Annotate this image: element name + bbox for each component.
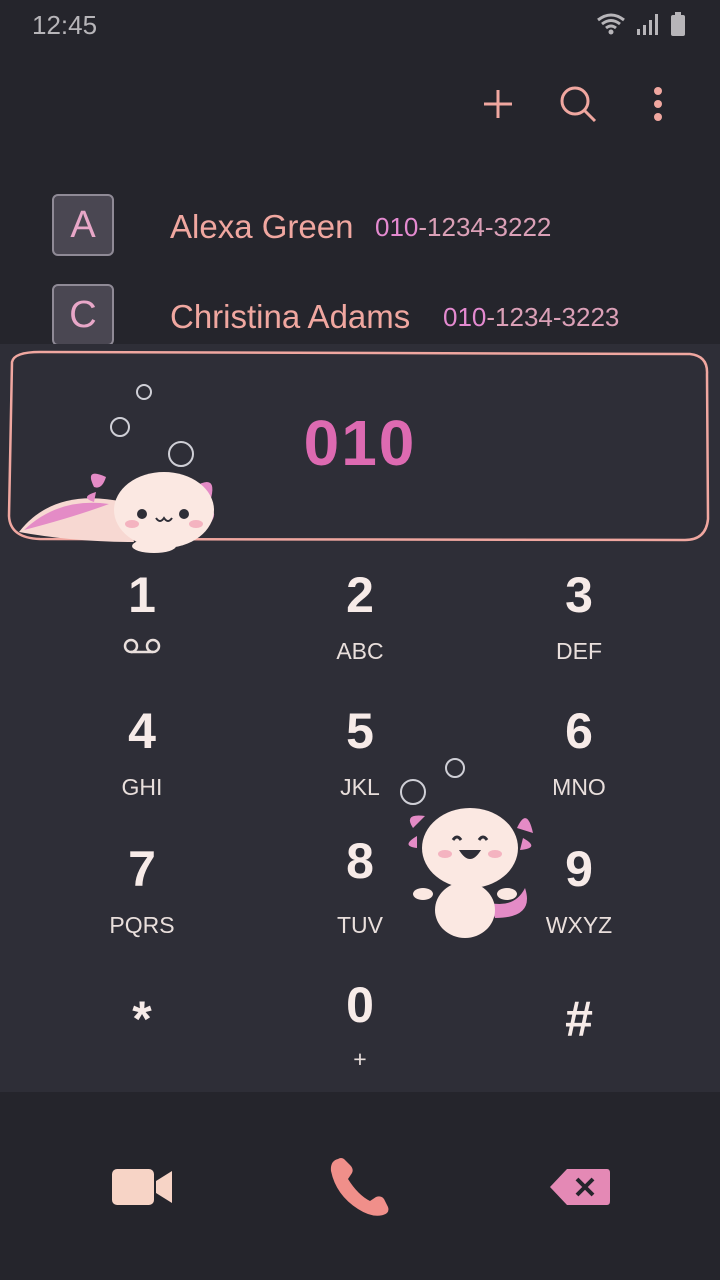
number-match: 010 — [375, 212, 419, 242]
voicemail-icon — [123, 638, 161, 654]
key-letters: DEF — [556, 638, 602, 664]
status-time: 12:45 — [32, 10, 98, 40]
delete-button[interactable] — [540, 1147, 620, 1227]
contact-name: Christina Adams — [170, 298, 411, 335]
number-rest: -1234-3223 — [486, 302, 620, 332]
key-letters: PQRS — [109, 912, 175, 938]
axolotl-happy-illustration — [400, 758, 533, 938]
key-2[interactable]: 2 ABC — [260, 566, 460, 686]
contact-name: Alexa Green — [170, 208, 354, 245]
contact-number: 010-1234-3223 — [443, 302, 619, 333]
key-7[interactable]: 7 PQRS — [42, 840, 242, 960]
number-match: 010 — [443, 302, 487, 332]
key-digit: 4 — [128, 703, 156, 759]
key-letters: ABC — [336, 638, 384, 664]
more-vertical-icon — [654, 87, 662, 121]
video-call-icon — [112, 1169, 172, 1205]
key-digit: 7 — [128, 841, 156, 897]
search-icon — [560, 86, 597, 123]
backspace-icon — [550, 1169, 610, 1205]
key-digit: 3 — [565, 567, 593, 623]
key-digit: 2 — [346, 567, 374, 623]
dialpad: 010 1 2 ABC 3 DEF 4 GHI 5 JKL 6 MNO 7 PQ… — [0, 344, 720, 1092]
signal-icon — [637, 14, 658, 35]
video-call-button[interactable] — [102, 1147, 182, 1227]
status-bar: 12:45 — [0, 0, 720, 50]
contact-number: 010-1234-3222 — [375, 212, 551, 243]
number-rest: -1234-3222 — [418, 212, 552, 242]
add-icon — [484, 90, 512, 118]
key-4[interactable]: 4 GHI — [42, 702, 242, 822]
key-1[interactable]: 1 — [42, 566, 242, 686]
axolotl-lying-illustration — [19, 472, 215, 553]
key-plus: + — [353, 1046, 367, 1072]
top-toolbar — [476, 78, 680, 130]
contact-row[interactable]: A Alexa Green 010-1234-3222 — [0, 194, 720, 284]
key-digit: 0 — [346, 977, 374, 1033]
bottom-action-bar — [0, 1092, 720, 1280]
contact-initial: C — [52, 284, 114, 344]
status-icons — [596, 12, 686, 36]
key-digit: 1 — [128, 567, 156, 623]
add-button[interactable] — [476, 78, 520, 130]
phone-icon — [330, 1158, 389, 1216]
more-options-button[interactable] — [636, 78, 680, 130]
call-button[interactable] — [320, 1147, 400, 1227]
number-display: 010 — [0, 344, 720, 553]
contact-initial: A — [52, 194, 114, 256]
bubbles-decoration — [110, 384, 194, 467]
key-0[interactable]: 0 + — [260, 976, 460, 1096]
wifi-icon — [597, 13, 625, 35]
key-digit: # — [565, 991, 593, 1047]
battery-icon — [671, 12, 685, 36]
key-digit: * — [132, 991, 152, 1047]
contact-row[interactable]: C Christina Adams 010-1234-3223 — [0, 284, 720, 344]
key-letters: GHI — [121, 774, 163, 800]
key-3[interactable]: 3 DEF — [479, 566, 679, 686]
search-button[interactable] — [556, 78, 600, 130]
